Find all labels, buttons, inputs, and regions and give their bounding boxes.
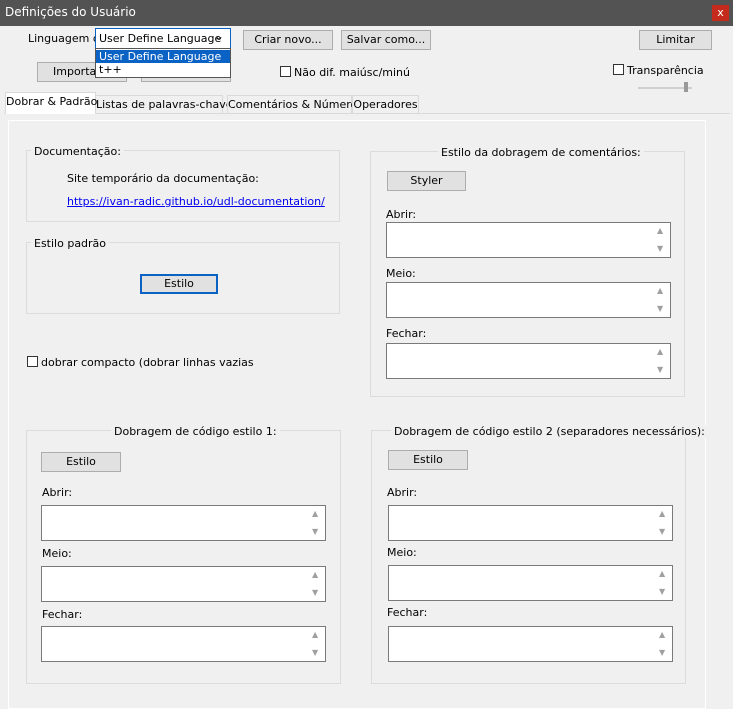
tab-operators[interactable]: Operadores [352, 95, 419, 113]
documentation-link[interactable]: https://ivan-radic.github.io/udl-documen… [67, 195, 325, 208]
scroll-down-icon[interactable]: ▼ [312, 648, 318, 657]
scroll-down-icon[interactable]: ▼ [659, 648, 665, 657]
close-icon: x [717, 6, 724, 19]
compact-fold-label: dobrar compacto (dobrar linhas vazias ta… [41, 356, 255, 369]
documentation-group-label: Documentação: [31, 145, 124, 158]
save-as-button[interactable]: Salvar como... [341, 30, 431, 50]
code-fold-1-close-field[interactable]: ▲ ▼ [41, 626, 326, 662]
create-new-button[interactable]: Criar novo... [243, 30, 333, 50]
scroll-up-icon[interactable]: ▲ [657, 226, 663, 235]
scroll-up-icon[interactable]: ▲ [657, 286, 663, 295]
code-fold-1-open-field[interactable]: ▲ ▼ [41, 505, 326, 541]
tab-folding-default[interactable]: Dobrar & Padrão [5, 92, 97, 114]
default-style-group-label: Estilo padrão [31, 237, 110, 250]
scroll-up-icon[interactable]: ▲ [312, 570, 318, 579]
documentation-site-label: Site temporário da documentação: [67, 172, 259, 185]
transparency-label: Transparência [627, 64, 704, 77]
scroll-down-icon[interactable]: ▼ [659, 527, 665, 536]
scroll-down-icon[interactable]: ▼ [659, 587, 665, 596]
code-fold-1-group-label: Dobragem de código estilo 1: [111, 425, 280, 438]
chevron-down-icon: ⌄ [214, 29, 225, 43]
case-insensitive-checkbox[interactable] [280, 66, 291, 77]
limit-button[interactable]: Limitar [639, 30, 712, 50]
code-fold-2-open-field[interactable]: ▲ ▼ [388, 505, 673, 541]
comment-fold-middle-label: Meio: [386, 267, 416, 280]
case-insensitive-label: Não dif. maiúsc/minú [294, 66, 410, 79]
scroll-up-icon[interactable]: ▲ [659, 509, 665, 518]
code-fold-2-open-label: Abrir: [387, 486, 418, 499]
language-option[interactable]: t++ [96, 63, 230, 76]
language-select-value: User Define Language [99, 32, 222, 45]
default-style-button[interactable]: Estilo [140, 274, 218, 294]
code-fold-2-close-field[interactable]: ▲ ▼ [388, 626, 673, 662]
code-fold-2-group-label: Dobragem de código estilo 2 (separadores… [391, 425, 708, 438]
title-bar: Definições do Usuário x [0, 0, 733, 26]
scroll-down-icon[interactable]: ▼ [657, 365, 663, 374]
scroll-up-icon[interactable]: ▲ [657, 347, 663, 356]
code-fold-1-style-button[interactable]: Estilo [41, 452, 121, 472]
tab-strip-divider [4, 113, 730, 114]
scroll-up-icon[interactable]: ▲ [312, 630, 318, 639]
code-fold-2-middle-label: Meio: [387, 546, 417, 559]
code-fold-2-middle-field[interactable]: ▲ ▼ [388, 565, 673, 601]
scroll-down-icon[interactable]: ▼ [657, 304, 663, 313]
scroll-down-icon[interactable]: ▼ [657, 244, 663, 253]
comment-fold-close-label: Fechar: [386, 327, 427, 340]
tab-keyword-lists[interactable]: Listas de palavras-chave [95, 95, 232, 113]
code-fold-1-open-label: Abrir: [42, 486, 73, 499]
window-title: Definições do Usuário [5, 5, 136, 19]
language-option[interactable]: User Define Language [96, 50, 230, 63]
close-button[interactable]: x [712, 5, 729, 21]
documentation-group [26, 150, 340, 222]
code-fold-1-middle-field[interactable]: ▲ ▼ [41, 566, 326, 602]
transparency-checkbox[interactable] [613, 64, 624, 75]
comment-fold-group-label: Estilo da dobragem de comentários: [438, 146, 644, 159]
scroll-up-icon[interactable]: ▲ [312, 509, 318, 518]
scroll-up-icon[interactable]: ▲ [659, 630, 665, 639]
language-dropdown-list: User Define Language t++ [95, 48, 231, 78]
scroll-down-icon[interactable]: ▼ [312, 588, 318, 597]
scroll-up-icon[interactable]: ▲ [659, 569, 665, 578]
tab-comments-numbers[interactable]: Comentários & Números [227, 95, 363, 113]
language-select[interactable]: User Define Language ⌄ [95, 28, 231, 49]
comment-fold-middle-field[interactable]: ▲ ▼ [386, 282, 671, 318]
scroll-down-icon[interactable]: ▼ [312, 527, 318, 536]
code-fold-2-close-label: Fechar: [387, 606, 428, 619]
code-fold-1-middle-label: Meio: [42, 547, 72, 560]
comment-fold-open-field[interactable]: ▲ ▼ [386, 222, 671, 258]
comment-fold-open-label: Abrir: [386, 208, 417, 221]
compact-fold-checkbox[interactable] [27, 356, 38, 367]
code-fold-2-style-button[interactable]: Estilo [388, 450, 468, 470]
comment-fold-close-field[interactable]: ▲ ▼ [386, 343, 671, 379]
transparency-slider-thumb[interactable] [684, 82, 688, 92]
code-fold-1-close-label: Fechar: [42, 608, 83, 621]
comment-fold-styler-button[interactable]: Styler [387, 171, 466, 191]
